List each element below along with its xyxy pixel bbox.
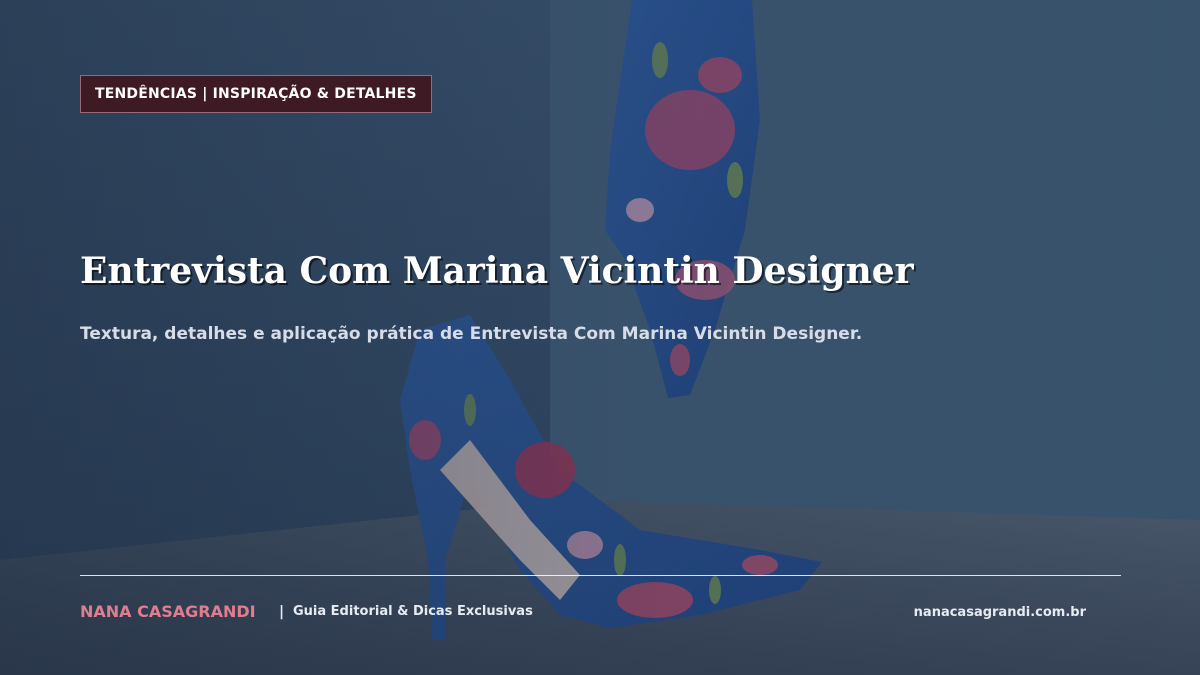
- footer-separator: |: [279, 604, 285, 620]
- page-title: Entrevista Com Marina Vicintin Designer: [80, 250, 914, 292]
- footer-divider: [80, 575, 1121, 576]
- footer-tagline: Guia Editorial & Dicas Exclusivas: [293, 604, 533, 619]
- brand-name: NANA CASAGRANDI: [80, 602, 256, 621]
- category-badge: TENDÊNCIAS | INSPIRAÇÃO & DETALHES: [80, 75, 432, 113]
- page-subtitle: Textura, detalhes e aplicação prática de…: [80, 324, 863, 344]
- site-url: nanacasagrandi.com.br: [913, 605, 1086, 620]
